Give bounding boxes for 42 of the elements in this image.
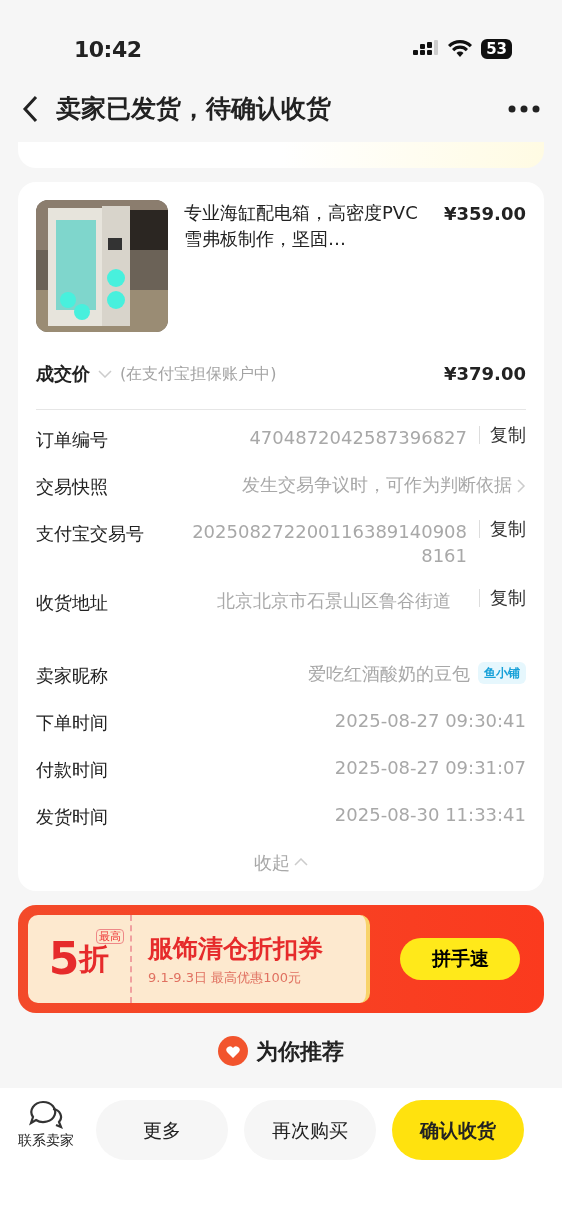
contact-seller-button[interactable]: 联系卖家 [18, 1100, 74, 1151]
deal-price: ¥379.00 [444, 362, 526, 386]
detail-value: 2025082722001163891409088161 [191, 520, 467, 569]
page-title: 卖家已发货，待确认收货 [56, 93, 331, 126]
coupon-subtitle: 9.1-9.3日 最高优惠100元 [148, 968, 302, 987]
detail-label: 下单时间 [36, 710, 108, 735]
detail-label: 收货地址 [36, 590, 108, 615]
shop-badge: 鱼小铺 [478, 661, 526, 684]
detail-value: 2025-08-30 11:33:41 [334, 802, 526, 827]
action-button[interactable]: 更多 [96, 1100, 228, 1160]
chat-icon[interactable] [29, 1100, 63, 1130]
coupon-title: 服饰清仓折扣券 [148, 933, 323, 966]
deal-note: (在支付宝担保账户中) [120, 362, 277, 385]
wifi-icon [447, 40, 474, 58]
max-tag: 最高 [96, 928, 124, 944]
detail-value: 北京北京市石景山区鲁谷街道 [217, 588, 452, 613]
product-title[interactable]: 专业海缸配电箱，高密度PVC雪弗板制作，坚固… [184, 200, 422, 332]
copy-button[interactable]: 复制 [479, 426, 526, 444]
deal-label: 成交价 [36, 362, 90, 386]
detail-label: 发货时间 [36, 804, 108, 829]
detail-label: 支付宝交易号 [36, 522, 144, 546]
copy-button[interactable]: 复制 [479, 588, 526, 607]
battery-indicator: 53 [481, 39, 512, 59]
discount-unit: 折 [79, 941, 110, 979]
signal-icon [413, 40, 440, 58]
detail-label: 卖家昵称 [36, 663, 108, 688]
status-time: 10:42 [74, 35, 142, 64]
more-icon[interactable] [508, 105, 540, 113]
detail-value: 4704872042587396827 [249, 426, 467, 450]
detail-label: 付款时间 [36, 757, 108, 782]
detail-value: 2025-08-27 09:30:41 [334, 708, 526, 733]
back-icon[interactable] [22, 95, 38, 123]
detail-value: 2025-08-27 09:31:07 [334, 755, 526, 780]
grab-button[interactable]: 拼手速 [400, 937, 520, 980]
copy-button[interactable]: 复制 [479, 520, 526, 538]
section-title: 为你推荐 [256, 1037, 344, 1066]
detail-label: 交易快照 [36, 475, 108, 499]
action-button[interactable]: 再次购买 [244, 1100, 376, 1160]
confirm-button[interactable]: 确认收货 [392, 1100, 524, 1160]
detail-label: 订单编号 [36, 428, 108, 452]
promo-banner[interactable]: 5折 最高 服饰清仓折扣券 9.1-9.3日 最高优惠100元 拼手速 [18, 904, 544, 1013]
product-price: ¥359.00 [444, 202, 526, 226]
